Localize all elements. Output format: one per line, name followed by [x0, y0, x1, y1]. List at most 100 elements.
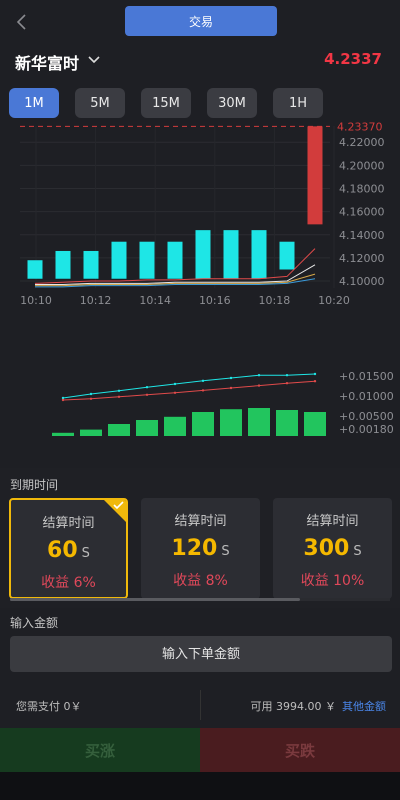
histogram-bar [80, 429, 102, 436]
y-tick-label: 4.14000 [339, 229, 385, 242]
indicator-point [61, 398, 65, 402]
y-tick-label: 4.16000 [339, 206, 385, 219]
other-amount-link[interactable]: 其他金额 [342, 700, 386, 713]
expiry-title: 到期时间 [10, 478, 59, 492]
y-tick-label: +0.00180 [339, 423, 394, 436]
indicator-point [313, 372, 317, 376]
trade-button[interactable]: 交易 [125, 6, 277, 36]
y-tick-label: 4.18000 [339, 182, 385, 195]
x-tick-label: 10:16 [199, 294, 231, 307]
tab-period-30m[interactable]: 30M [207, 88, 257, 118]
y-tick-label: 4.22000 [339, 136, 385, 149]
candle [83, 250, 99, 279]
price-chart[interactable]: 4.10000 4.12000 4.14000 4.16000 4.18000 4.200… [0, 122, 400, 322]
x-tick-label: 10:12 [80, 294, 112, 307]
amount-input[interactable] [10, 636, 392, 672]
payment-summary: 您需支付 0￥ 可用 3994.00 ￥ 其他金额 [0, 686, 400, 724]
bottom-bar [0, 772, 400, 800]
settle-seconds: 120 S [141, 536, 260, 561]
chevron-down-icon[interactable] [87, 53, 101, 67]
histogram-bar [192, 412, 214, 436]
histogram-bar [248, 408, 270, 436]
current-price: 4.2337 [324, 50, 382, 68]
seconds-unit: S [353, 544, 362, 559]
indicator-point [201, 389, 205, 392]
profit-rate: 收益 6% [41, 575, 96, 591]
settle-time-label: 结算时间 [174, 514, 227, 529]
indicator-point [173, 382, 177, 386]
tab-period-5m[interactable]: 5M [75, 88, 125, 118]
expiry-option-120[interactable]: 结算时间 120 S 收益 8% [141, 498, 260, 599]
candle [27, 260, 43, 279]
seconds-unit: S [81, 546, 90, 561]
x-tick-label: 10:14 [139, 294, 171, 307]
settle-time-label: 结算时间 [306, 514, 359, 529]
indicator-point [257, 384, 261, 387]
chevron-left-icon[interactable] [14, 12, 30, 32]
buy-up-button[interactable]: 买涨 [0, 728, 200, 772]
scrollbar-thumb[interactable] [10, 598, 300, 601]
indicator-line [62, 373, 316, 399]
candle [195, 230, 211, 279]
last-price-label: 4.23370 [337, 122, 383, 133]
buy-down-button[interactable]: 买跌 [200, 728, 400, 772]
y-tick-label: +0.01000 [339, 390, 394, 403]
check-icon [113, 501, 124, 510]
asset-selector[interactable]: 新华富时 4.2337 [0, 44, 400, 76]
indicator-chart[interactable]: +0.00180+0.00500 +0.01000 +0.01500 [0, 360, 400, 450]
seconds-value: 300 [303, 536, 350, 561]
indicator-point [229, 386, 233, 390]
histogram-bar [220, 409, 242, 436]
header: 交易 [0, 0, 400, 44]
divider [200, 690, 201, 720]
expiry-option-300[interactable]: 结算时间 300 S 收益 10% [273, 498, 392, 599]
x-tick-label: 10:20 [318, 294, 350, 307]
indicator-point [257, 374, 261, 377]
expiry-options: 结算时间 60 S 收益 6% 结算时间 120 S 收益 8% 结算时间 300 S… [0, 498, 400, 600]
histogram-bar [276, 410, 298, 436]
indicator-point [285, 374, 289, 377]
expiry-option-60[interactable]: 结算时间 60 S 收益 6% [9, 498, 128, 599]
indicator-point [313, 380, 317, 383]
asset-name: 新华富时 [15, 54, 80, 73]
candle [167, 241, 183, 279]
y-tick-label: 4.20000 [339, 159, 385, 172]
candle [223, 230, 239, 279]
indicator-point [229, 376, 233, 380]
tab-period-1m[interactable]: 1M [9, 88, 59, 118]
need-pay-text: 您需支付 0￥ [16, 700, 82, 713]
tab-period-15m[interactable]: 15M [141, 88, 191, 118]
available-text: 可用 3994.00 ￥ [250, 700, 336, 713]
y-tick-label: 4.10000 [339, 275, 385, 288]
indicator-point [117, 395, 121, 398]
y-tick-label: +0.00500 [339, 410, 394, 423]
available-balance: 可用 3994.00 ￥ 其他金额 [251, 698, 386, 714]
histogram-bar [304, 412, 326, 436]
candle [251, 230, 267, 279]
histogram-bar [52, 432, 74, 436]
histogram-bar [108, 424, 130, 436]
x-tick-label: 10:18 [259, 294, 291, 307]
histogram-bar [136, 420, 158, 436]
x-tick-label: 10:10 [20, 294, 52, 307]
candle [307, 126, 323, 225]
indicator-point [201, 379, 205, 382]
indicator-point [117, 389, 121, 392]
seconds-value: 60 [47, 538, 78, 563]
tab-period-1h[interactable]: 1H [273, 88, 323, 118]
amount-title: 输入金额 [10, 616, 59, 630]
indicator-point [285, 382, 289, 385]
candle [111, 241, 127, 279]
expiry-section: 到期时间 结算时间 60 S 收益 6% 结算时间 120 S 收益 8% 结算时间… [0, 468, 400, 608]
period-tabs: 1M 5M 15M 30M 1H [0, 88, 400, 118]
trade-screen: 交易 新华富时 4.2337 1M 5M 15M 30M 1H 4.10000 4… [0, 0, 400, 800]
candle [55, 250, 71, 279]
indicator-point [173, 391, 177, 394]
options-scrollbar[interactable] [10, 598, 390, 601]
profit-rate: 收益 10% [300, 573, 365, 589]
indicator-point [89, 397, 93, 400]
y-tick-label: 4.12000 [339, 252, 385, 265]
settle-seconds: 60 S [11, 538, 126, 563]
seconds-unit: S [221, 544, 230, 559]
histogram-bar [164, 416, 186, 436]
